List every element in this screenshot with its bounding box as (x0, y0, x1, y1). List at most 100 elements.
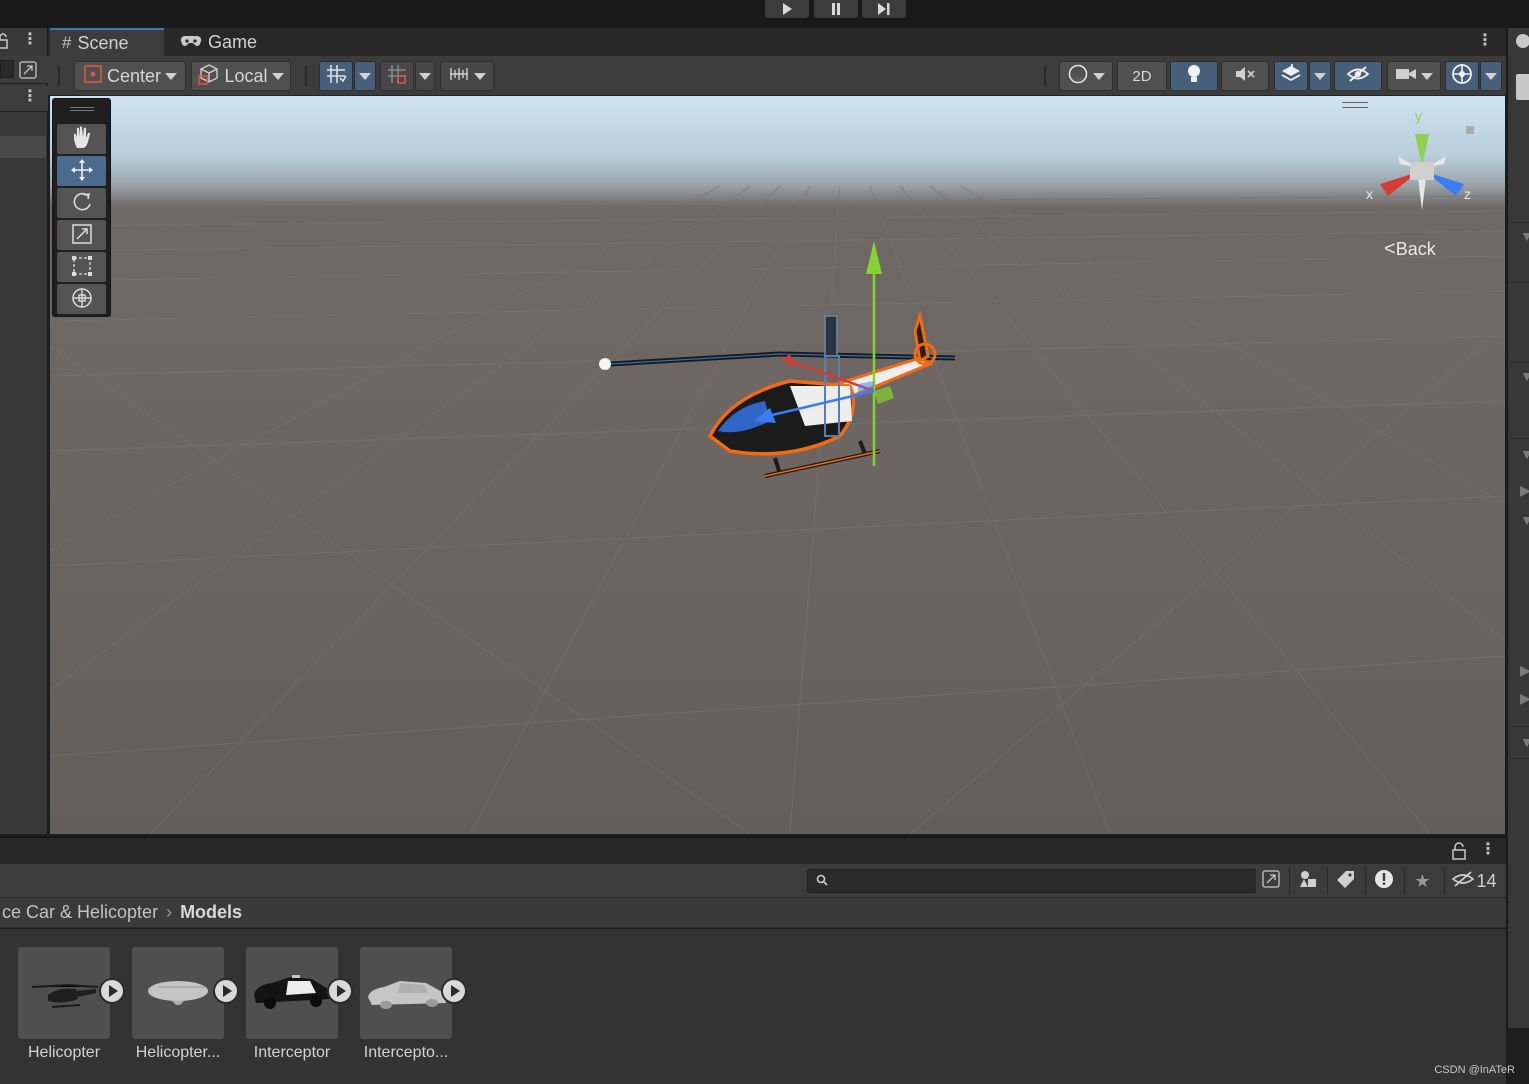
hierarchy-menu-icon[interactable]: ⋮ (22, 32, 38, 48)
breadcrumb-parent[interactable]: ce Car & Helicopter (2, 902, 158, 923)
chevron-down-icon[interactable]: ▼ (1520, 368, 1529, 384)
lighting-toggle-button[interactable] (1170, 61, 1218, 91)
tab-game[interactable]: Game (168, 28, 269, 56)
pivot-center-icon (83, 64, 103, 89)
space-mode-dropdown[interactable]: Local (191, 61, 291, 91)
toggle-2d-button[interactable]: 2D (1117, 61, 1167, 91)
gizmo-z-label: z (1464, 186, 1471, 202)
scene-menu-icon[interactable]: ⋮ (22, 89, 38, 105)
audio-toggle-button[interactable] (1221, 61, 1269, 91)
gamepad-icon (180, 32, 202, 53)
play-button[interactable] (765, 0, 809, 18)
chevron-down-icon (271, 72, 284, 80)
lightbulb-icon (1184, 63, 1204, 90)
eye-hidden-icon (1452, 870, 1475, 893)
space-label: Local (224, 65, 268, 86)
chevron-right-icon[interactable]: ▶ (1520, 690, 1529, 707)
overlay-drag-handle[interactable] (70, 107, 94, 111)
pause-button[interactable] (814, 0, 858, 18)
asset-expand-button[interactable] (327, 978, 353, 1004)
scale-tool-button[interactable] (57, 220, 106, 250)
divider (1510, 726, 1529, 727)
effects-options-dropdown[interactable] (1309, 61, 1331, 91)
asset-expand-button[interactable] (213, 978, 239, 1004)
filter-by-issues-button[interactable] (1365, 867, 1401, 895)
toggle-2d-label: 2D (1132, 67, 1152, 85)
filter-by-label-button[interactable] (1327, 867, 1363, 895)
tab-scene[interactable]: # Scene (50, 28, 164, 56)
effects-toggle-button[interactable] (1274, 61, 1308, 91)
toolbar-separator (1044, 66, 1046, 86)
chevron-right-icon[interactable]: ▶ (1520, 662, 1529, 679)
chevron-down-icon[interactable]: ▼ (1520, 734, 1529, 750)
helicopter-model[interactable] (590, 236, 1030, 496)
hierarchy-search-input[interactable] (0, 60, 14, 78)
divider (1510, 222, 1529, 223)
view-direction-label[interactable]: <Back (1384, 238, 1436, 261)
pivot-label: Center (106, 65, 162, 86)
asset-expand-button[interactable] (99, 978, 125, 1004)
divider (1510, 362, 1529, 363)
gizmos-button[interactable] (1445, 61, 1479, 91)
breadcrumb-current[interactable]: Models (180, 902, 242, 923)
rect-tool-button[interactable] (57, 252, 106, 282)
rotate-tool-button[interactable] (57, 188, 106, 218)
hierarchy-selected-item[interactable] (0, 136, 46, 158)
hidden-packages-button[interactable]: 14 (1444, 867, 1504, 895)
scene-camera-dropdown[interactable] (1387, 61, 1441, 91)
asset-expand-button[interactable] (441, 978, 467, 1004)
inspector-panel-edge: ▼ ▼ ▼ ▶ ▼ ▶ ▶ ▼ (1506, 28, 1529, 1028)
draw-mode-dropdown[interactable] (1059, 61, 1113, 91)
tools-overlay (52, 98, 111, 317)
move-tool-button[interactable] (57, 156, 106, 186)
chevron-right-icon[interactable]: ▶ (1520, 482, 1529, 499)
audio-muted-icon (1234, 64, 1256, 89)
hand-tool-button[interactable] (57, 124, 106, 154)
play-icon (783, 3, 792, 15)
warning-icon (1373, 868, 1395, 895)
project-search-input[interactable] (807, 869, 1257, 893)
open-window-icon[interactable] (18, 61, 38, 82)
chevron-down-icon (474, 72, 486, 80)
lock-icon[interactable] (1452, 842, 1466, 863)
toolbar-grip (58, 66, 60, 86)
asset-grid: Helicopter Helicopter... Interceptor Int… (0, 929, 1506, 1084)
grid-options-dropdown[interactable] (354, 61, 376, 91)
chevron-down-icon (1314, 72, 1326, 80)
shaded-sphere-icon (1067, 63, 1089, 90)
move-arrows-icon (70, 158, 94, 185)
filter-by-type-button[interactable] (1289, 867, 1325, 895)
snap-increment-button[interactable] (380, 61, 414, 91)
increment-snap-dropdown[interactable] (440, 61, 494, 91)
lock-icon[interactable] (0, 32, 10, 50)
hierarchy-panel: ⋮ ⋮ (0, 28, 48, 834)
project-menu-icon[interactable]: ⋮ (1480, 842, 1496, 858)
chevron-down-icon[interactable]: ▼ (1520, 512, 1529, 528)
gizmos-options-dropdown[interactable] (1480, 61, 1502, 91)
snap-options-dropdown[interactable] (415, 61, 435, 91)
gizmo-drag-handle[interactable] (1342, 102, 1368, 108)
pause-icon (832, 3, 840, 15)
hierarchy-scene-row[interactable]: ⋮ (0, 86, 48, 112)
cube-local-icon (198, 63, 220, 90)
asset-name: Interceptor (253, 1044, 331, 1061)
chevron-down-icon[interactable]: ▼ (1520, 446, 1529, 462)
layers-effects-icon (1280, 63, 1302, 90)
step-button[interactable] (862, 0, 906, 18)
scene-window-menu-icon[interactable]: ⋮ (1477, 33, 1493, 49)
star-icon: ★ (1414, 870, 1431, 891)
scene-viewport[interactable] (50, 96, 1505, 834)
asset-name: Helicopter... (135, 1044, 221, 1061)
chevron-down-icon[interactable]: ▼ (1520, 228, 1529, 244)
favorites-button[interactable]: ★ (1404, 867, 1440, 895)
pivot-mode-dropdown[interactable]: Center (74, 61, 186, 91)
search-in-window-button[interactable] (1256, 867, 1286, 895)
gizmo-globe-icon (1450, 62, 1474, 91)
open-window-icon (1261, 869, 1281, 894)
project-panel-header: ⋮ (0, 836, 1506, 864)
gizmo-x-label: x (1366, 186, 1373, 202)
transform-tool-button[interactable] (57, 284, 106, 314)
scene-visibility-button[interactable] (1334, 61, 1382, 91)
chevron-down-icon (165, 72, 178, 80)
grid-visibility-button[interactable] (319, 61, 353, 91)
